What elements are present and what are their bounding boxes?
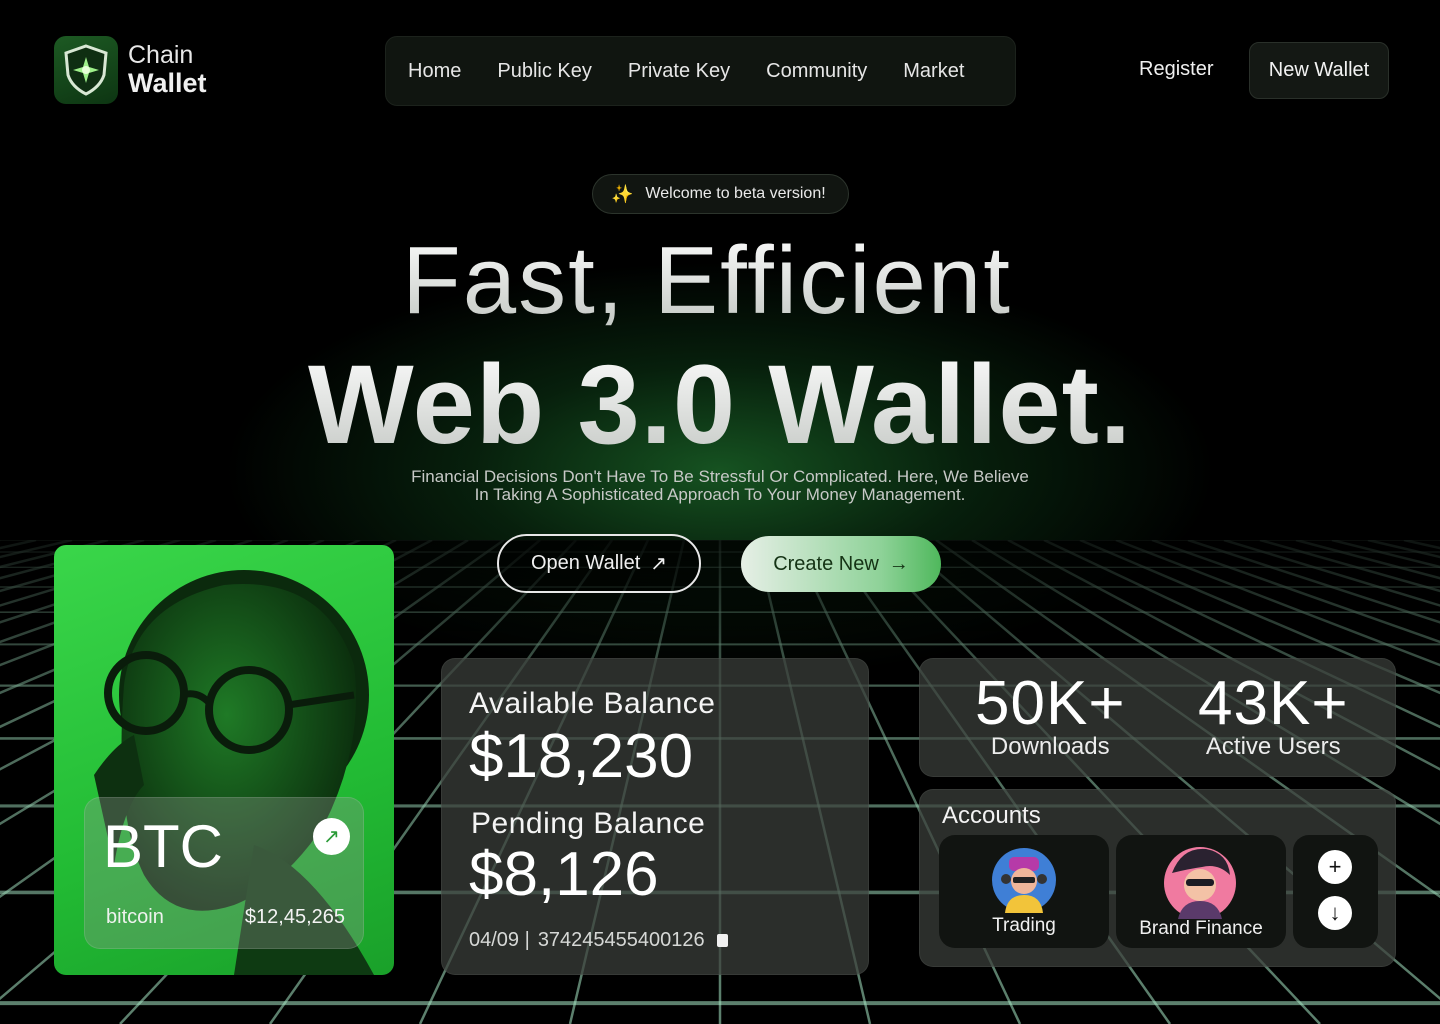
account-card-brand-finance[interactable]: Brand Finance xyxy=(1116,835,1286,948)
nav-private-key[interactable]: Private Key xyxy=(628,60,730,83)
card-number: 374245455400126 xyxy=(537,929,705,951)
stat-label: Downloads xyxy=(990,733,1110,760)
btc-card[interactable]: BTC ↗ bitcoin $12,45,265 xyxy=(54,545,394,975)
accounts-title: Accounts xyxy=(942,802,1041,829)
card-details: 04/09 | 374245455400126 xyxy=(469,929,728,952)
pending-balance-value: $8,126 xyxy=(469,840,659,909)
stat-downloads: 50K+ Downloads xyxy=(975,673,1126,761)
btc-info-panel: BTC ↗ bitcoin $12,45,265 xyxy=(84,797,364,949)
nav-home[interactable]: Home xyxy=(408,60,461,83)
register-link[interactable]: Register xyxy=(1139,58,1213,81)
open-wallet-button[interactable]: Open Wallet ↗ xyxy=(497,534,701,593)
hero-title-line1: Fast, Efficient xyxy=(0,226,1414,336)
stat-label: Active Users xyxy=(1205,733,1341,760)
sparkles-icon: ✨ xyxy=(611,183,634,204)
brand-name-line2: Wallet xyxy=(128,68,207,98)
arrow-up-right-icon: ↗ xyxy=(650,553,668,575)
hero-subtitle: Financial Decisions Don't Have To Be Str… xyxy=(370,468,1070,504)
main-nav: Home Public Key Private Key Community Ma… xyxy=(385,36,1016,106)
stat-active-users: 43K+ Active Users xyxy=(1198,673,1349,761)
shield-star-icon xyxy=(54,36,118,104)
arrow-up-right-icon[interactable]: ↗ xyxy=(313,818,350,855)
open-wallet-label: Open Wallet xyxy=(530,552,641,574)
card-expiry: 04/09 | xyxy=(469,929,530,951)
add-icon[interactable]: + xyxy=(1318,850,1352,884)
brand-name: Chain Wallet xyxy=(128,43,207,97)
btc-symbol: BTC xyxy=(103,813,223,880)
hero-subtitle-line1: Financial Decisions Don't Have To Be Str… xyxy=(411,467,1029,486)
brand-logo[interactable]: Chain Wallet xyxy=(54,36,207,104)
new-wallet-button[interactable]: New Wallet xyxy=(1249,42,1389,99)
account-actions: + ↓ xyxy=(1293,835,1378,948)
btc-name: bitcoin xyxy=(106,906,164,928)
beta-badge-text: Welcome to beta version! xyxy=(645,185,826,202)
nav-public-key[interactable]: Public Key xyxy=(497,60,592,83)
account-label: Trading xyxy=(992,915,1056,936)
available-balance-label: Available Balance xyxy=(469,687,716,720)
accounts-panel: Accounts Trading Brand Finance + ↓ xyxy=(919,789,1396,967)
nav-community[interactable]: Community xyxy=(766,60,867,83)
stats-panel: 50K+ Downloads 43K+ Active Users xyxy=(919,658,1396,777)
avatar xyxy=(992,848,1056,913)
stat-value: 50K+ xyxy=(975,669,1126,738)
nav-market[interactable]: Market xyxy=(903,60,964,83)
avatar xyxy=(1164,847,1236,919)
account-label: Brand Finance xyxy=(1139,918,1263,939)
hero-subtitle-line2: In Taking A Sophisticated Approach To Yo… xyxy=(474,485,966,504)
create-new-label: Create New xyxy=(773,552,879,575)
create-new-button[interactable]: Create New → xyxy=(741,536,941,592)
pending-balance-label: Pending Balance xyxy=(471,807,706,840)
btc-price: $12,45,265 xyxy=(244,906,345,928)
stat-value: 43K+ xyxy=(1198,669,1349,738)
beta-badge: ✨ Welcome to beta version! xyxy=(592,174,849,214)
available-balance-value: $18,230 xyxy=(469,722,694,791)
arrow-right-icon: → xyxy=(888,552,909,575)
account-card-trading[interactable]: Trading xyxy=(939,835,1109,948)
copy-icon[interactable] xyxy=(716,934,728,947)
balance-panel: Available Balance $18,230 Pending Balanc… xyxy=(441,658,869,975)
brand-name-line1: Chain xyxy=(128,41,194,69)
hero-title-line2: Web 3.0 Wallet. xyxy=(0,340,1440,469)
download-icon[interactable]: ↓ xyxy=(1318,896,1352,930)
